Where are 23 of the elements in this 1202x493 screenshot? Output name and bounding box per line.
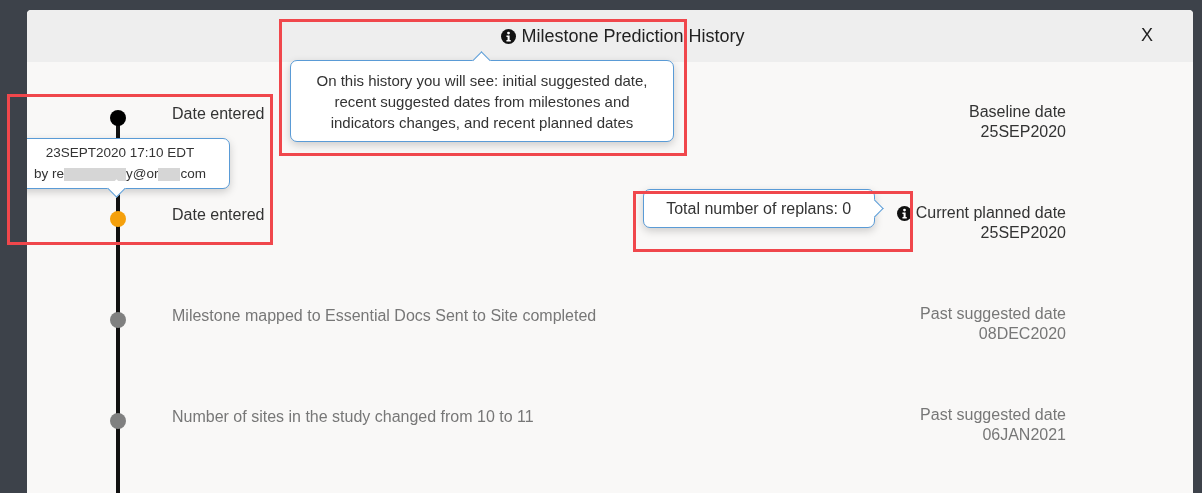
author-email: by re y@or com <box>33 165 207 183</box>
close-button[interactable]: X <box>1137 23 1157 48</box>
event-description: Milestone mapped to Essential Docs Sent to Site completed <box>172 306 597 326</box>
event-description: Date entered <box>172 205 265 225</box>
event-description: Date entered <box>172 104 265 124</box>
dialog-title: Milestone Prediction History <box>521 25 745 47</box>
timeline-dot[interactable] <box>110 211 126 227</box>
timeline-dot[interactable] <box>110 110 126 126</box>
timestamp: 23SEPT2020 17:10 EDT <box>44 144 196 162</box>
date-value: 08DEC2020 <box>977 324 1066 344</box>
date-value: 06JAN2021 <box>981 425 1066 445</box>
timeline-dot[interactable] <box>110 413 126 429</box>
date-label: Baseline date <box>969 102 1066 122</box>
date-label: Current planned date <box>915 203 1066 223</box>
date-value: 25SEP2020 <box>979 223 1066 243</box>
date-value: 25SEP2020 <box>979 122 1066 142</box>
timeline-dot[interactable] <box>110 312 126 328</box>
date-label: Past suggested date <box>920 405 1066 425</box>
event-description: Number of sites in the study changed from 10 to 11 <box>172 407 534 427</box>
tooltip: On this history you will see: initial suggested date, recent suggested dates from milestones and indicators changes, and recent planned dates <box>290 60 674 142</box>
info-icon[interactable] <box>896 205 912 221</box>
info-icon[interactable] <box>501 28 517 44</box>
date-label: Past suggested date <box>920 304 1066 324</box>
